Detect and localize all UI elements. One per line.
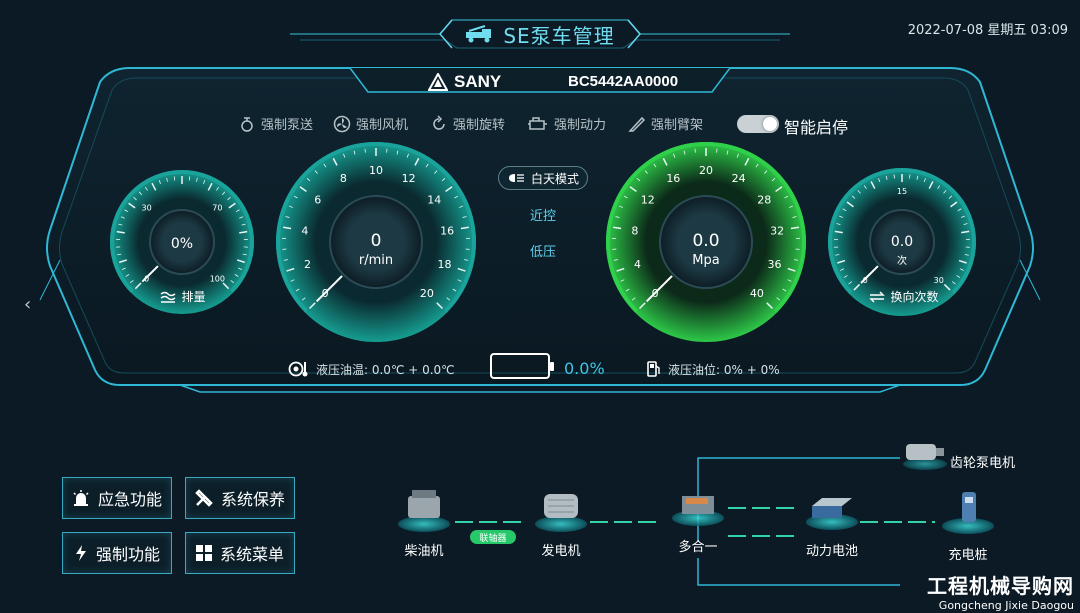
- combiner-node: 多合一: [668, 532, 728, 555]
- combiner-icon: [682, 496, 714, 514]
- battery-nub: [550, 362, 554, 371]
- generator-icon: [544, 494, 578, 518]
- diesel-label: 柴油机: [404, 544, 444, 559]
- rpm-tick-label: 8: [340, 172, 347, 185]
- rpm-gauge: 024681012141618200r/min: [276, 142, 476, 342]
- switch_count-value: 0.0: [891, 234, 913, 250]
- pressure-tick-label: 20: [699, 164, 713, 177]
- watermark-cn: 工程机械导购网: [927, 574, 1074, 598]
- rpm-tick-label: 20: [420, 287, 434, 300]
- battery-indicator: [490, 353, 554, 379]
- battery-percent: 0.0%: [564, 359, 605, 378]
- watermark: 工程机械导购网 Gongcheng Jixie Daogou: [927, 570, 1074, 612]
- pressure-value: 0.0: [692, 231, 719, 251]
- gear-pump-motor-node: 齿轮泵电机: [950, 448, 1030, 471]
- displacement-tick-label: 100: [210, 274, 225, 283]
- pressure-tick-label: 40: [750, 287, 764, 300]
- rpm-tick-label: 4: [301, 225, 308, 238]
- pressure-tick-label: 16: [666, 172, 680, 185]
- displacement-value: 0%: [171, 236, 193, 252]
- pressure-tick-label: 8: [631, 225, 638, 238]
- pressure-tick-label: 4: [634, 258, 641, 271]
- pressure-tick-label: 28: [757, 194, 771, 207]
- oil-level-text: 液压油位: 0% + 0%: [668, 362, 780, 377]
- fuel-icon: [647, 361, 660, 377]
- switch_count-tick-label: 15: [897, 187, 907, 196]
- rpm-tick-label: 16: [440, 225, 454, 238]
- pressure-unit: Mpa: [692, 253, 719, 268]
- pressure-tick-label: 24: [732, 172, 746, 185]
- pressure-tick-label: 36: [767, 258, 781, 271]
- switch-count-caption: 换向次数: [852, 288, 956, 305]
- gear-pump-motor-label: 齿轮泵电机: [950, 456, 1016, 471]
- switch_count-tick-label: 30: [934, 276, 944, 285]
- diesel-engine-icon: [408, 490, 440, 518]
- displacement-caption-text: 排量: [181, 290, 206, 304]
- swap-arrows-icon: [869, 290, 886, 303]
- pressure-tick-label: 12: [641, 194, 655, 207]
- switch_count-unit: 次: [897, 254, 907, 267]
- gauges-layer: 030701000%024681012141618200r/min0481216…: [110, 142, 976, 342]
- watermark-en: Gongcheng Jixie Daogou: [938, 599, 1074, 612]
- oil-temp: 液压油温: 0.0℃ + 0.0℃: [288, 360, 455, 378]
- generator-label: 发电机: [541, 544, 581, 559]
- rpm-tick-label: 12: [402, 172, 416, 185]
- power-battery-node: 动力电池: [797, 536, 867, 559]
- rpm-tick-label: 18: [437, 258, 451, 271]
- rpm-tick-label: 14: [427, 194, 441, 207]
- switch-count-caption-text: 换向次数: [890, 290, 939, 304]
- rpm-tick-label: 10: [369, 164, 383, 177]
- pressure-tick-label: 32: [770, 225, 784, 238]
- generator-node: 发电机: [531, 536, 591, 559]
- displacement-tick-label: 30: [142, 204, 152, 213]
- diesel-engine-node: 柴油机: [394, 536, 454, 559]
- charger-icon: [962, 492, 976, 522]
- coupler-badge: 联轴器: [470, 530, 516, 544]
- power-battery-icon: [812, 498, 852, 518]
- gear-pump-motor-icon: [906, 444, 944, 460]
- oil-temp-text: 液压油温: 0.0℃ + 0.0℃: [316, 362, 455, 377]
- charger-node: 充电桩: [938, 540, 998, 563]
- pressure-gauge: 04812162024283236400.0Mpa: [606, 142, 806, 342]
- charger-label: 充电桩: [948, 548, 988, 563]
- oil-level: 液压油位: 0% + 0%: [646, 360, 780, 378]
- powertrain-diagram: [398, 444, 994, 586]
- displacement-tick-label: 70: [212, 204, 222, 213]
- combiner-label: 多合一: [678, 540, 718, 555]
- displacement-caption: 排量: [133, 288, 233, 305]
- rpm-unit: r/min: [359, 253, 393, 268]
- displacement-icon: [161, 291, 176, 303]
- rpm-value: 0: [371, 231, 382, 251]
- rpm-tick-label: 6: [314, 194, 321, 207]
- thermometer-icon: [288, 361, 308, 377]
- power-battery-label: 动力电池: [805, 544, 858, 559]
- rpm-tick-label: 2: [304, 258, 311, 271]
